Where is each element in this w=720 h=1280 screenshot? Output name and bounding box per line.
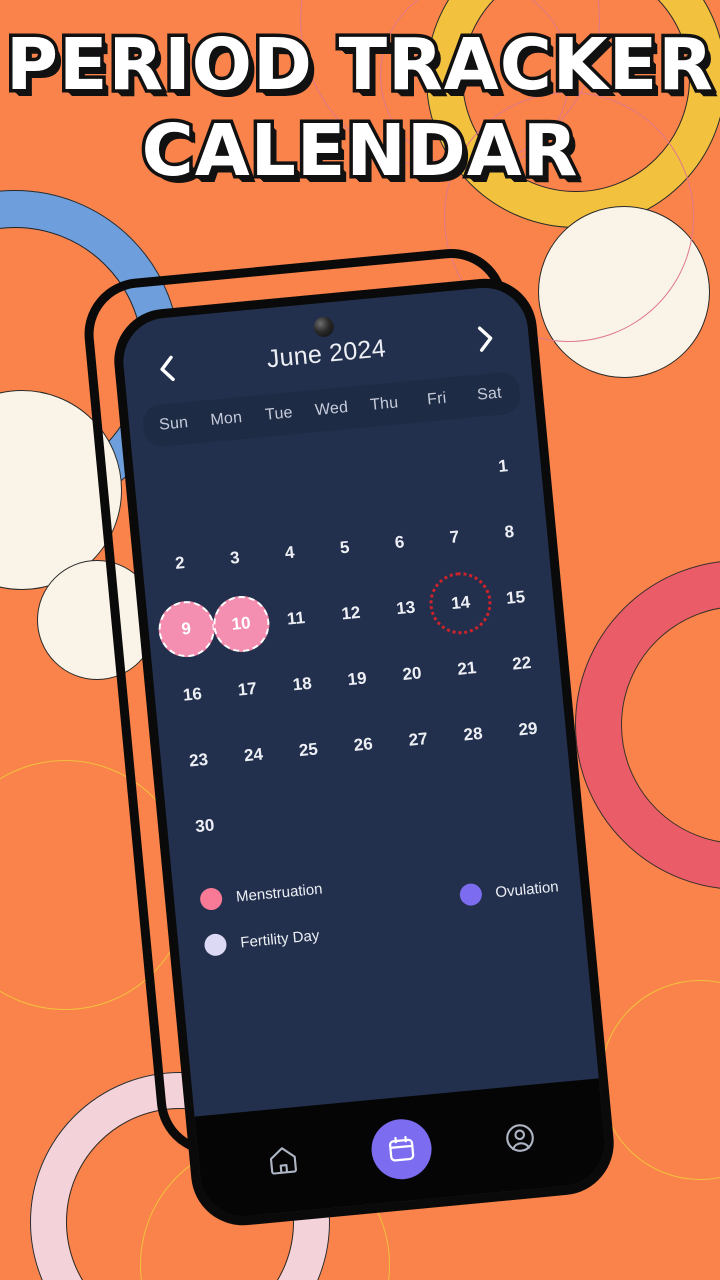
day-cell-3[interactable]: 3 [205, 526, 266, 591]
nav-item-calendar[interactable] [368, 1116, 435, 1182]
day-number: 22 [511, 652, 533, 674]
deco-outline-yellow-3 [600, 980, 720, 1180]
day-number: 2 [174, 553, 186, 573]
day-cell-29[interactable]: 29 [498, 697, 559, 762]
day-cell-21[interactable]: 21 [437, 636, 498, 701]
day-cell-26[interactable]: 26 [333, 713, 394, 778]
legend-dot-menstruation [199, 887, 224, 912]
phone-device: June 2024 SunMonTueWedThuFriSat 00000012… [109, 274, 619, 1230]
day-cell-19[interactable]: 19 [327, 647, 388, 712]
day-number: 17 [236, 678, 258, 700]
legend-dot-ovulation [458, 882, 483, 907]
day-cell-22[interactable]: 22 [492, 631, 553, 696]
calendar-icon [388, 1135, 415, 1162]
day-number: 3 [229, 547, 241, 568]
day-cell-30[interactable]: 30 [175, 794, 236, 859]
day-cell-empty: 0 [418, 439, 479, 504]
legend-item-ovulation: Ovulation [458, 875, 560, 907]
day-number: 30 [194, 815, 216, 837]
home-icon [270, 1147, 298, 1175]
day-cell-10[interactable]: 10 [211, 592, 272, 657]
day-number: 28 [462, 723, 484, 745]
day-number: 11 [286, 608, 306, 629]
day-number: 25 [298, 739, 319, 761]
legend-item-menstruation: Menstruation [199, 878, 324, 912]
day-number: 14 [450, 592, 471, 614]
poster-canvas: PERIOD TRACKER CALENDAR June 2024 Sun Mo… [0, 0, 720, 1280]
day-number: 24 [243, 744, 264, 766]
day-number: 8 [503, 521, 515, 542]
weekday-mon: Mon [209, 409, 243, 429]
day-cell-9[interactable]: 9 [156, 597, 217, 662]
weekday-sat: Sat [476, 384, 503, 404]
day-cell-empty: 0 [308, 450, 369, 515]
day-number: 29 [517, 718, 539, 740]
weekday-wed: Wed [314, 399, 349, 420]
day-cell-24[interactable]: 24 [223, 723, 284, 788]
day-cell-28[interactable]: 28 [443, 702, 504, 767]
day-cell-1[interactable]: 1 [473, 434, 534, 499]
day-number: 10 [230, 613, 252, 634]
day-cell-14[interactable]: 14 [430, 571, 491, 636]
day-cell-12[interactable]: 12 [321, 581, 382, 646]
day-cell-6[interactable]: 6 [369, 510, 430, 575]
calendar-grid: 0000001234567891011121314151617181920212… [132, 411, 575, 859]
legend-dot-fertility [203, 932, 228, 957]
nav-item-home[interactable] [253, 1130, 314, 1191]
day-cell-11[interactable]: 11 [266, 586, 327, 651]
legend-item-fertility: Fertility Day [203, 924, 321, 957]
day-cell-25[interactable]: 25 [278, 718, 339, 783]
day-cell-4[interactable]: 4 [260, 521, 321, 586]
weekday-thu: Thu [369, 394, 400, 414]
day-cell-empty: 0 [144, 465, 205, 530]
day-cell-20[interactable]: 20 [382, 642, 443, 707]
weekday-sun: Sun [158, 414, 189, 434]
day-number: 21 [456, 658, 478, 679]
day-number: 7 [448, 527, 461, 547]
phone-screen: June 2024 SunMonTueWedThuFriSat 00000012… [119, 283, 609, 1221]
day-number: 26 [352, 734, 374, 755]
day-cell-5[interactable]: 5 [314, 515, 375, 580]
day-cell-16[interactable]: 16 [162, 662, 223, 727]
day-cell-8[interactable]: 8 [479, 500, 540, 565]
chevron-right-icon [477, 326, 493, 352]
deco-ring-coral [575, 560, 720, 890]
day-cell-18[interactable]: 18 [272, 652, 333, 717]
day-number: 9 [180, 618, 192, 639]
day-number: 12 [340, 602, 362, 624]
day-number: 16 [182, 684, 203, 705]
day-number: 6 [393, 532, 406, 553]
legend-label-ovulation: Ovulation [494, 877, 560, 901]
weekday-fri: Fri [426, 389, 448, 409]
day-cell-empty: 0 [253, 455, 314, 520]
day-number: 4 [284, 542, 296, 563]
day-cell-empty: 0 [198, 460, 259, 525]
day-number: 23 [188, 749, 209, 771]
legend-label-menstruation: Menstruation [235, 880, 324, 906]
day-cell-23[interactable]: 23 [168, 728, 229, 793]
day-cell-13[interactable]: 13 [376, 576, 437, 641]
next-month-button[interactable] [467, 320, 504, 357]
day-cell-27[interactable]: 27 [388, 707, 449, 772]
legend-label-fertility: Fertility Day [239, 926, 321, 951]
chevron-left-icon [160, 355, 175, 382]
profile-icon [505, 1124, 534, 1152]
prev-month-button[interactable] [149, 350, 186, 387]
day-number: 18 [291, 673, 313, 695]
day-number: 13 [395, 597, 417, 619]
day-cell-17[interactable]: 17 [217, 657, 278, 722]
nav-item-profile[interactable] [489, 1108, 550, 1169]
day-number: 19 [346, 668, 368, 690]
day-cell-empty: 0 [363, 445, 424, 510]
day-cell-7[interactable]: 7 [424, 505, 485, 570]
day-number: 5 [339, 537, 351, 558]
day-number: 1 [497, 456, 509, 477]
day-cell-15[interactable]: 15 [485, 566, 546, 631]
day-cell-2[interactable]: 2 [150, 531, 211, 596]
day-number: 27 [407, 728, 429, 750]
day-number: 15 [505, 587, 526, 608]
weekday-tue: Tue [264, 404, 294, 424]
day-number: 20 [401, 663, 423, 684]
